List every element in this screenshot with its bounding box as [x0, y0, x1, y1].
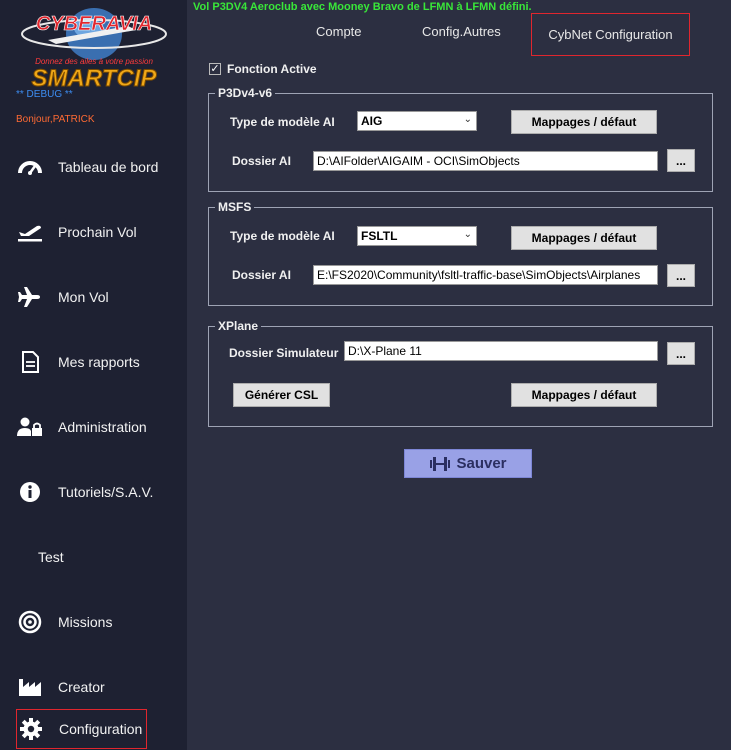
industry-icon: [16, 675, 44, 699]
plane-icon: [16, 285, 44, 309]
p3d-mapping-button[interactable]: Mappages / défaut: [511, 110, 657, 134]
msfs-type-select[interactable]: FSLTL ⌄: [357, 226, 477, 246]
fonction-active-checkbox[interactable]: ✓: [209, 63, 221, 75]
tab-cybnet-configuration[interactable]: CybNet Configuration: [531, 13, 690, 56]
msfs-mapping-button[interactable]: Mappages / défaut: [511, 226, 657, 250]
fonction-active-label: Fonction Active: [227, 62, 317, 76]
p3d-group-title: P3Dv4-v6: [215, 86, 276, 100]
msfs-folder-label: Dossier AI: [232, 268, 291, 282]
chevron-down-icon: ⌄: [463, 114, 472, 125]
logo-top-text: CYBERAVIA: [36, 13, 152, 35]
p3d-folder-label: Dossier AI: [232, 154, 291, 168]
info-icon: [16, 480, 44, 504]
xplane-folder-label: Dossier Simulateur: [229, 346, 339, 360]
dashboard-icon: [16, 155, 44, 179]
nav-label: Tableau de bord: [58, 159, 159, 175]
chevron-down-icon: ⌄: [463, 229, 472, 240]
nav-mon-vol[interactable]: Mon Vol: [16, 282, 184, 312]
nav-tableau-de-bord[interactable]: Tableau de bord: [16, 152, 184, 182]
plane-departure-icon: [16, 220, 44, 244]
save-label: Sauver: [456, 455, 507, 472]
nav-missions[interactable]: Missions: [16, 607, 184, 637]
nav-creator[interactable]: Creator: [16, 672, 184, 702]
nav-label: Prochain Vol: [58, 224, 137, 240]
nav-label: Creator: [58, 679, 105, 695]
dumbbell-icon: [429, 456, 451, 472]
flight-status-banner: Vol P3DV4 Aeroclub avec Mooney Bravo de …: [193, 1, 532, 13]
cyberavia-smartcip-logo: CYBERAVIA Donnez des ailes à votre passi…: [21, 8, 167, 90]
msfs-group-title: MSFS: [215, 200, 255, 214]
nav-label: Tutoriels/S.A.V.: [58, 484, 154, 500]
nav-prochain-vol[interactable]: Prochain Vol: [16, 217, 184, 247]
tab-compte[interactable]: Compte: [316, 24, 362, 39]
gear-icon: [17, 717, 45, 741]
generer-csl-button[interactable]: Générer CSL: [233, 383, 330, 407]
report-icon: [16, 350, 44, 374]
nav-administration[interactable]: Administration: [16, 412, 184, 442]
nav-label: Mon Vol: [58, 289, 109, 305]
greeting-label: Bonjour,PATRICK: [16, 114, 95, 125]
xplane-folder-input[interactable]: D:\X-Plane 11: [344, 341, 658, 361]
msfs-type-value: FSLTL: [361, 229, 398, 243]
xplane-mapping-button[interactable]: Mappages / défaut: [511, 383, 657, 407]
xplane-browse-button[interactable]: ...: [667, 342, 695, 365]
nav-label: Administration: [58, 419, 147, 435]
p3d-group: P3Dv4-v6 Type de modèle AI AIG ⌄ Mappage…: [208, 86, 713, 192]
msfs-group: MSFS Type de modèle AI FSLTL ⌄ Mappages …: [208, 200, 713, 306]
msfs-type-label: Type de modèle AI: [230, 229, 335, 243]
xplane-group-title: XPlane: [215, 319, 262, 333]
p3d-type-select[interactable]: AIG ⌄: [357, 111, 477, 131]
msfs-browse-button[interactable]: ...: [667, 264, 695, 287]
fonction-active-row[interactable]: ✓ Fonction Active: [209, 62, 317, 76]
tab-config-autres[interactable]: Config.Autres: [422, 24, 501, 39]
user-lock-icon: [16, 415, 44, 439]
xplane-group: XPlane Dossier Simulateur D:\X-Plane 11 …: [208, 319, 713, 427]
save-button[interactable]: Sauver: [404, 449, 532, 478]
p3d-type-label: Type de modèle AI: [230, 115, 335, 129]
p3d-browse-button[interactable]: ...: [667, 149, 695, 172]
nav-label: Configuration: [59, 721, 143, 737]
logo-bottom-text: SMARTCIP: [32, 65, 158, 90]
nav-label: Test: [38, 549, 64, 565]
p3d-folder-input[interactable]: D:\AIFolder\AIGAIM - OCI\SimObjects: [313, 151, 658, 171]
sidebar: CYBERAVIA Donnez des ailes à votre passi…: [0, 0, 187, 750]
nav-configuration[interactable]: Configuration: [16, 709, 147, 749]
nav-label: Mes rapports: [58, 354, 140, 370]
nav-tutoriels[interactable]: Tutoriels/S.A.V.: [16, 477, 184, 507]
p3d-type-value: AIG: [361, 114, 383, 128]
target-icon: [16, 610, 44, 634]
nav-test[interactable]: Test: [16, 542, 184, 572]
debug-label: ** DEBUG **: [16, 89, 73, 100]
nav-mes-rapports[interactable]: Mes rapports: [16, 347, 184, 377]
nav-label: Missions: [58, 614, 113, 630]
msfs-folder-input[interactable]: E:\FS2020\Community\fsltl-traffic-base\S…: [313, 265, 658, 285]
